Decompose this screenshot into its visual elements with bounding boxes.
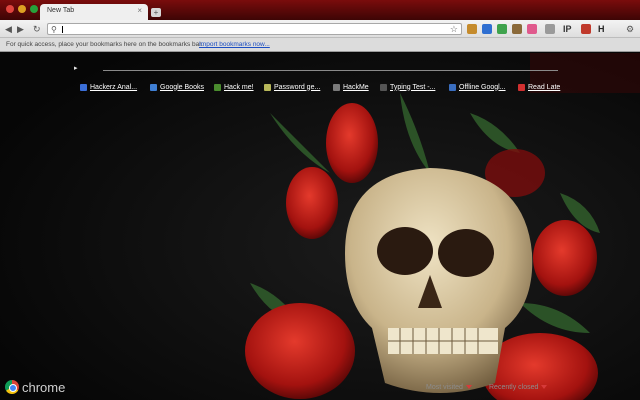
apps-row: Hackerz Anal... Google Books Hack me! Pa… (80, 81, 580, 93)
new-tab-button[interactable]: + (151, 8, 161, 17)
search-icon: ⚲ (51, 25, 57, 34)
back-icon[interactable]: ◀ (5, 24, 12, 34)
tab-close-icon[interactable]: × (137, 6, 142, 16)
bookmark-star-icon[interactable]: ☆ (450, 24, 458, 35)
app-label: Password ge... (274, 83, 321, 91)
forward-icon[interactable]: ▶ (17, 24, 24, 34)
minimize-window-button[interactable] (18, 5, 26, 13)
app-label: HackMe (343, 83, 369, 91)
hack-me-icon (214, 83, 221, 91)
card-extension-icon[interactable] (581, 24, 591, 34)
app-label: Hackerz Anal... (90, 83, 138, 91)
app-google-books[interactable]: Google Books (150, 81, 204, 93)
app-label: Read Late (528, 83, 561, 91)
maximize-window-button[interactable] (30, 5, 38, 13)
chevron-down-icon (465, 385, 472, 389)
bookmarks-hint: For quick access, place your bookmarks h… (6, 41, 203, 48)
text-caret (62, 26, 63, 33)
tab-new-tab[interactable]: New Tab × (40, 4, 148, 20)
chrome-logo-icon (5, 380, 19, 394)
app-hackerz[interactable]: Hackerz Anal... (80, 81, 137, 93)
recently-closed-label: Recently closed (489, 383, 539, 391)
app-label: Typing Test -... (390, 83, 436, 91)
address-bar[interactable]: ⚲ ☆ (47, 23, 462, 35)
theme-background-art (0, 53, 640, 400)
toolbar: ◀ ▶ ↻ ⚲ ☆ IP H ⚙ (0, 20, 640, 38)
title-bar: New Tab × + (0, 0, 640, 20)
read-later-icon (518, 83, 525, 91)
app-label: Google Books (160, 83, 204, 91)
app-password-generator[interactable]: Password ge... (264, 81, 320, 93)
hackme-icon (333, 83, 340, 91)
photo-extension-icon[interactable] (467, 24, 477, 34)
google-books-icon (150, 83, 157, 91)
app-label: Hack me! (224, 83, 254, 91)
most-visited-tab[interactable]: Most visited (426, 381, 472, 393)
chevron-down-icon (541, 385, 548, 389)
tab-title: New Tab (47, 7, 75, 14)
owl-extension-icon[interactable] (512, 24, 522, 34)
page-extension-icon[interactable] (545, 24, 555, 34)
close-window-button[interactable] (6, 5, 14, 13)
app-label: Offline Googl... (459, 83, 506, 91)
app-hack-me[interactable]: Hack me! (214, 81, 254, 93)
h-extension-icon[interactable]: H (598, 24, 608, 34)
heart-extension-icon[interactable] (527, 24, 537, 34)
typing-test-icon (380, 83, 387, 91)
password-generator-icon (264, 83, 271, 91)
app-hackme[interactable]: HackMe (333, 81, 369, 93)
bookmarks-bar: For quick access, place your bookmarks h… (0, 38, 640, 52)
app-typing-test[interactable]: Typing Test -... (380, 81, 435, 93)
app-offline-google[interactable]: Offline Googl... (449, 81, 506, 93)
recently-closed-tab[interactable]: Recently closed (489, 381, 548, 393)
offline-google-icon (449, 83, 456, 91)
most-visited-label: Most visited (426, 383, 463, 391)
globe-extension-icon[interactable] (482, 24, 492, 34)
chrome-wordmark: chrome (22, 380, 66, 395)
wrench-menu-icon[interactable]: ⚙ (626, 24, 634, 34)
import-bookmarks-link[interactable]: Import bookmarks now... (199, 41, 270, 48)
hackerz-icon (80, 83, 87, 91)
apps-divider (103, 70, 558, 71)
apps-section-toggle[interactable]: ▸ (74, 64, 78, 72)
ip-extension-icon[interactable]: IP (563, 24, 573, 34)
reload-icon[interactable]: ↻ (33, 24, 41, 34)
refresh-extension-icon[interactable] (497, 24, 507, 34)
browser-window: New Tab × + ◀ ▶ ↻ ⚲ ☆ IP H ⚙ For quick ac… (0, 0, 640, 400)
app-read-later[interactable]: Read Late (518, 81, 560, 93)
